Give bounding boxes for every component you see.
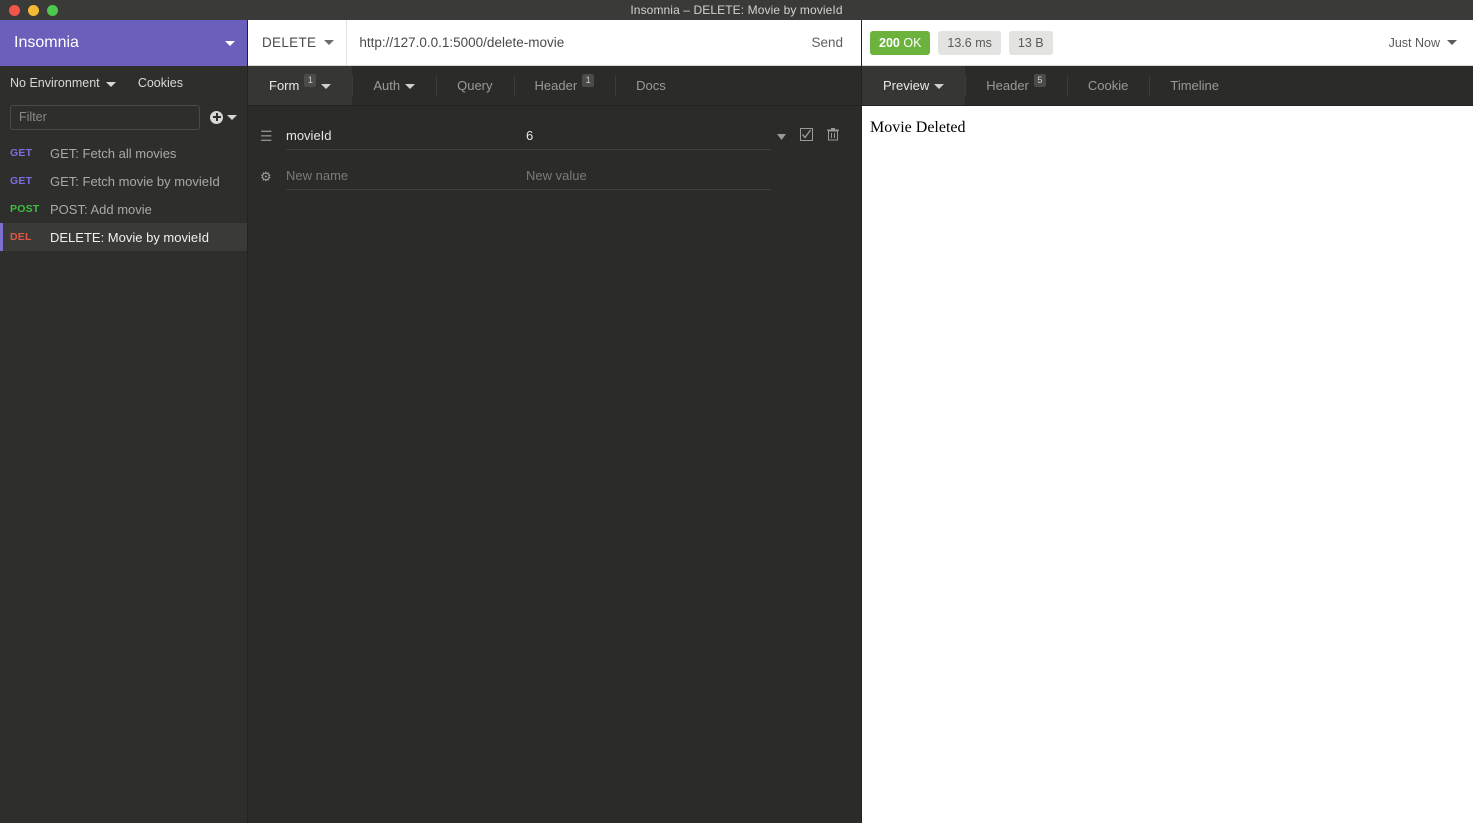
tab-badge-count: 1 — [582, 74, 595, 87]
tab-label: Cookie — [1087, 78, 1129, 93]
tab-label: Query — [457, 78, 493, 93]
close-button[interactable] — [9, 4, 20, 16]
request-list: GET GET: Fetch all movies GET GET: Fetch… — [0, 134, 247, 823]
tab-timeline[interactable]: Timeline — [1149, 66, 1240, 105]
tab-response-header[interactable]: Header 5 — [965, 66, 1067, 105]
send-button[interactable]: Send — [793, 20, 861, 65]
url-input[interactable] — [347, 20, 794, 65]
tab-label: Docs — [636, 78, 666, 93]
request-name: GET: Fetch movie by movieId — [50, 173, 220, 189]
request-name: DELETE: Movie by movieId — [50, 229, 209, 245]
chevron-down-icon[interactable] — [934, 84, 945, 89]
add-request-group[interactable] — [210, 110, 237, 124]
main-content-row: Insomnia No Environment Cookies GET GET:… — [0, 20, 1473, 823]
form-editor: ☰ movieId 6 ⚙ New name New value — [248, 106, 861, 823]
form-value-cell — [526, 163, 771, 190]
request-name: POST: Add movie — [50, 201, 152, 217]
response-time-badge[interactable]: 13.6 ms — [938, 30, 1001, 55]
chevron-down-icon[interactable] — [105, 81, 116, 87]
request-method-badge: GET — [10, 147, 33, 159]
form-value-cell — [526, 123, 771, 150]
sidebar-item-fetch-all-movies[interactable]: GET GET: Fetch all movies — [0, 139, 247, 167]
tab-header[interactable]: Header 1 — [513, 66, 616, 105]
sidebar-item-add-movie[interactable]: POST POST: Add movie — [0, 195, 247, 223]
request-method-badge: DEL — [10, 231, 32, 243]
sidebar: Insomnia No Environment Cookies GET GET:… — [0, 20, 248, 823]
tab-label: Timeline — [1170, 78, 1220, 93]
cookies-button[interactable]: Cookies — [138, 76, 183, 90]
chevron-down-icon[interactable] — [225, 40, 235, 46]
drag-handle-icon[interactable]: ☰ — [260, 129, 286, 143]
sidebar-item-fetch-movie-by-movieid[interactable]: GET GET: Fetch movie by movieId — [0, 167, 247, 195]
url-bar: DELETE Send — [248, 20, 861, 66]
form-name-cell — [286, 123, 526, 150]
chevron-down-icon[interactable] — [1447, 40, 1457, 45]
tab-form[interactable]: Form 1 — [248, 66, 353, 105]
minimize-button[interactable] — [28, 4, 39, 16]
tab-badge-count: 1 — [304, 74, 317, 87]
environment-row: No Environment Cookies — [0, 66, 247, 100]
chevron-down-icon[interactable] — [405, 84, 416, 89]
sidebar-item-delete-movie-by-movieid[interactable]: DEL DELETE: Movie by movieId — [0, 223, 247, 251]
tab-label: Auth — [373, 78, 401, 93]
delete-row-icon[interactable] — [827, 127, 839, 145]
plus-circle-icon[interactable] — [210, 110, 223, 124]
status-badge[interactable]: 200 OK — [870, 30, 931, 55]
filter-input[interactable] — [10, 104, 200, 130]
response-body: Movie Deleted — [862, 106, 1473, 823]
chevron-down-icon[interactable] — [227, 114, 237, 120]
chevron-down-icon[interactable] — [324, 40, 335, 45]
tab-auth[interactable]: Auth — [352, 66, 436, 105]
status-code: 200 — [879, 35, 900, 50]
request-tabs: Form 1 Auth Query Header 1 Docs — [248, 66, 861, 106]
filter-row — [0, 100, 247, 134]
tab-badge-count: 5 — [1033, 74, 1046, 87]
tab-label: Header — [986, 78, 1029, 93]
enable-checkbox-icon[interactable] — [800, 127, 813, 145]
form-name-input[interactable] — [286, 128, 526, 143]
tab-label: Form — [269, 78, 300, 93]
gear-icon[interactable]: ⚙ — [260, 170, 286, 183]
form-name-cell — [286, 163, 526, 190]
insomnia-app-window: Insomnia – DELETE: Movie by movieId Inso… — [0, 0, 1473, 823]
form-value-input[interactable] — [526, 128, 771, 143]
response-tabs: Preview Header 5 Cookie Timeline — [862, 66, 1473, 106]
tab-label: Header — [534, 78, 578, 93]
response-history-dropdown[interactable]: Just Now — [1389, 36, 1457, 50]
tab-query[interactable]: Query — [436, 66, 513, 105]
tab-docs[interactable]: Docs — [615, 66, 687, 105]
environment-selector-label[interactable]: No Environment — [10, 76, 100, 90]
window-controls — [0, 4, 58, 16]
workspace-header[interactable]: Insomnia — [0, 20, 247, 66]
tab-preview[interactable]: Preview — [862, 66, 966, 105]
chevron-down-icon[interactable] — [321, 84, 332, 89]
http-method-label: DELETE — [262, 35, 317, 50]
new-form-value-input[interactable] — [526, 168, 771, 183]
chevron-down-icon[interactable] — [777, 128, 786, 144]
request-method-badge: GET — [10, 175, 33, 187]
response-timestamp-label: Just Now — [1388, 35, 1440, 50]
zoom-button[interactable] — [47, 4, 58, 16]
form-row: ☰ — [248, 116, 861, 156]
tab-cookie[interactable]: Cookie — [1066, 66, 1149, 105]
http-method-dropdown[interactable]: DELETE — [248, 20, 348, 65]
request-name: GET: Fetch all movies — [50, 145, 177, 161]
status-text: OK — [903, 35, 922, 50]
response-status-bar: 200 OK 13.6 ms 13 B Just Now — [862, 20, 1473, 66]
response-pane: 200 OK 13.6 ms 13 B Just Now Preview Hea… — [862, 20, 1473, 823]
response-size-badge[interactable]: 13 B — [1008, 30, 1053, 55]
window-title-bar: Insomnia – DELETE: Movie by movieId — [0, 0, 1473, 20]
form-row-new: ⚙ — [248, 156, 861, 196]
request-pane: DELETE Send Form 1 Auth Query — [248, 20, 862, 823]
form-row-actions — [777, 127, 839, 145]
request-method-badge: POST — [10, 203, 40, 215]
tab-label: Preview — [883, 78, 930, 93]
response-body-text: Movie Deleted — [870, 119, 966, 136]
new-form-name-input[interactable] — [286, 168, 526, 183]
workspace-name: Insomnia — [14, 34, 79, 51]
window-title: Insomnia – DELETE: Movie by movieId — [630, 3, 843, 17]
